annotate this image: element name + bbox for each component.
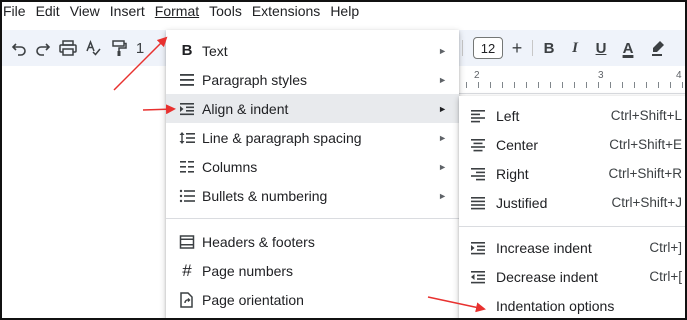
format-menu-item-page-numbers[interactable]: # Page numbers: [166, 256, 459, 285]
menu-item-label: Align & indent: [202, 100, 289, 117]
menu-help[interactable]: Help: [325, 0, 364, 22]
submenu-arrow-icon: ►: [438, 132, 447, 143]
print-icon[interactable]: [56, 30, 80, 66]
menu-item-label: Bullets & numbering: [202, 187, 328, 204]
menu-tools[interactable]: Tools: [204, 0, 247, 22]
submenu-item-increase-indent[interactable]: Increase indent Ctrl+]: [459, 233, 687, 262]
menu-item-label: Line & paragraph spacing: [202, 129, 362, 146]
hash-icon: #: [182, 260, 192, 280]
ruler-mark: 4: [676, 70, 682, 81]
submenu-item-decrease-indent[interactable]: Decrease indent Ctrl+[: [459, 262, 687, 291]
align-center-icon: [469, 136, 487, 154]
submenu-item-right[interactable]: Right Ctrl+Shift+R: [459, 159, 687, 188]
shortcut-text: Ctrl+]: [649, 240, 682, 255]
menu-edit[interactable]: Edit: [31, 0, 65, 22]
menu-separator: [459, 226, 687, 227]
menu-item-label: Decrease indent: [496, 268, 598, 285]
menu-item-label: Page numbers: [202, 262, 294, 279]
header-footer-icon: [178, 233, 196, 251]
submenu-item-justified[interactable]: Justified Ctrl+Shift+J: [459, 188, 687, 217]
shortcut-text: Ctrl+[: [649, 269, 682, 284]
bold-b-icon: B: [181, 42, 193, 59]
menu-item-label: Increase indent: [496, 239, 592, 256]
paragraph-styles-icon: [178, 71, 196, 89]
menu-insert[interactable]: Insert: [105, 0, 150, 22]
bold-button[interactable]: B: [540, 30, 558, 66]
shortcut-text: Ctrl+Shift+R: [608, 166, 682, 181]
menu-item-label: Columns: [202, 158, 258, 175]
italic-button[interactable]: I: [566, 30, 584, 66]
menu-item-label: Right: [496, 165, 529, 182]
redo-icon[interactable]: [32, 30, 54, 66]
undo-icon[interactable]: [8, 30, 30, 66]
increase-indent-icon: [469, 239, 487, 257]
increase-font-size-button[interactable]: +: [508, 30, 526, 66]
align-indent-submenu: Left Ctrl+Shift+L Center Ctrl+Shift+E Ri…: [459, 96, 687, 320]
toolbar-separator: [462, 40, 463, 56]
submenu-item-left[interactable]: Left Ctrl+Shift+L: [459, 101, 687, 130]
menu-item-label: Justified: [496, 194, 548, 211]
align-justify-icon: [469, 194, 487, 212]
submenu-arrow-icon: ►: [438, 74, 447, 85]
underline-button[interactable]: U: [592, 30, 610, 66]
spellcheck-icon[interactable]: [82, 30, 104, 66]
menu-item-label: Text: [202, 42, 228, 59]
highlighter-icon[interactable]: [648, 30, 668, 66]
align-right-icon: [469, 165, 487, 183]
menu-view[interactable]: View: [65, 0, 105, 22]
menubar: File Edit View Insert Format Tools Exten…: [0, 0, 687, 22]
format-menu-item-paragraph-styles[interactable]: Paragraph styles ►: [166, 65, 459, 94]
submenu-item-indentation-options[interactable]: Indentation options: [459, 291, 687, 320]
ruler: 2 3 4: [430, 66, 687, 94]
format-menu: B Text ► Paragraph styles ► Align & inde…: [166, 30, 459, 320]
toolbar-separator: [532, 40, 533, 56]
shortcut-text: Ctrl+Shift+L: [610, 108, 682, 123]
menu-item-label: Indentation options: [496, 297, 615, 314]
decrease-indent-icon: [469, 268, 487, 286]
ruler-ticks: [430, 82, 687, 88]
ruler-mark: 2: [474, 70, 480, 81]
columns-icon: [178, 158, 196, 176]
menu-item-label: Left: [496, 107, 520, 124]
text-color-button[interactable]: A: [618, 30, 638, 66]
menu-item-label: Page orientation: [202, 291, 304, 308]
line-spacing-icon: [178, 129, 196, 147]
toolbar-partial-text: 1: [135, 39, 145, 57]
format-menu-item-line-spacing[interactable]: Line & paragraph spacing ►: [166, 123, 459, 152]
menu-extensions[interactable]: Extensions: [247, 0, 325, 22]
format-menu-item-headers-footers[interactable]: Headers & footers: [166, 227, 459, 256]
submenu-arrow-icon: ►: [438, 190, 447, 201]
menu-format[interactable]: Format: [150, 0, 204, 22]
bulleted-list-icon: [178, 187, 196, 205]
submenu-arrow-icon: ►: [438, 45, 447, 56]
format-menu-item-text[interactable]: B Text ►: [166, 36, 459, 65]
format-menu-item-align-indent[interactable]: Align & indent ►: [166, 94, 459, 123]
format-menu-item-columns[interactable]: Columns ►: [166, 152, 459, 181]
submenu-arrow-icon: ►: [438, 161, 447, 172]
align-left-icon: [469, 107, 487, 125]
align-indent-icon: [178, 100, 196, 118]
font-size-input[interactable]: 12: [473, 37, 503, 59]
menu-item-label: Headers & footers: [202, 233, 315, 250]
menu-item-label: Paragraph styles: [202, 71, 308, 88]
menu-file[interactable]: File: [0, 0, 31, 22]
submenu-arrow-icon: ►: [438, 103, 447, 114]
shortcut-text: Ctrl+Shift+J: [611, 195, 682, 210]
menu-item-label: Center: [496, 136, 539, 153]
paint-format-icon[interactable]: [108, 30, 130, 66]
page-orientation-icon: [178, 291, 196, 309]
ruler-mark: 3: [598, 70, 604, 81]
format-menu-item-bullets-numbering[interactable]: Bullets & numbering ►: [166, 181, 459, 210]
format-menu-item-page-orientation[interactable]: Page orientation: [166, 285, 459, 314]
shortcut-text: Ctrl+Shift+E: [609, 137, 682, 152]
submenu-item-center[interactable]: Center Ctrl+Shift+E: [459, 130, 687, 159]
menu-separator: [166, 218, 459, 219]
